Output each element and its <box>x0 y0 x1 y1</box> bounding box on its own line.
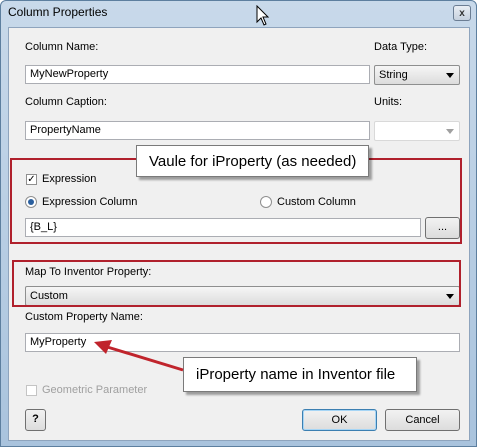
mouse-cursor-icon <box>256 5 270 26</box>
arrow-line <box>103 344 184 372</box>
annotation-arrow <box>94 340 184 372</box>
